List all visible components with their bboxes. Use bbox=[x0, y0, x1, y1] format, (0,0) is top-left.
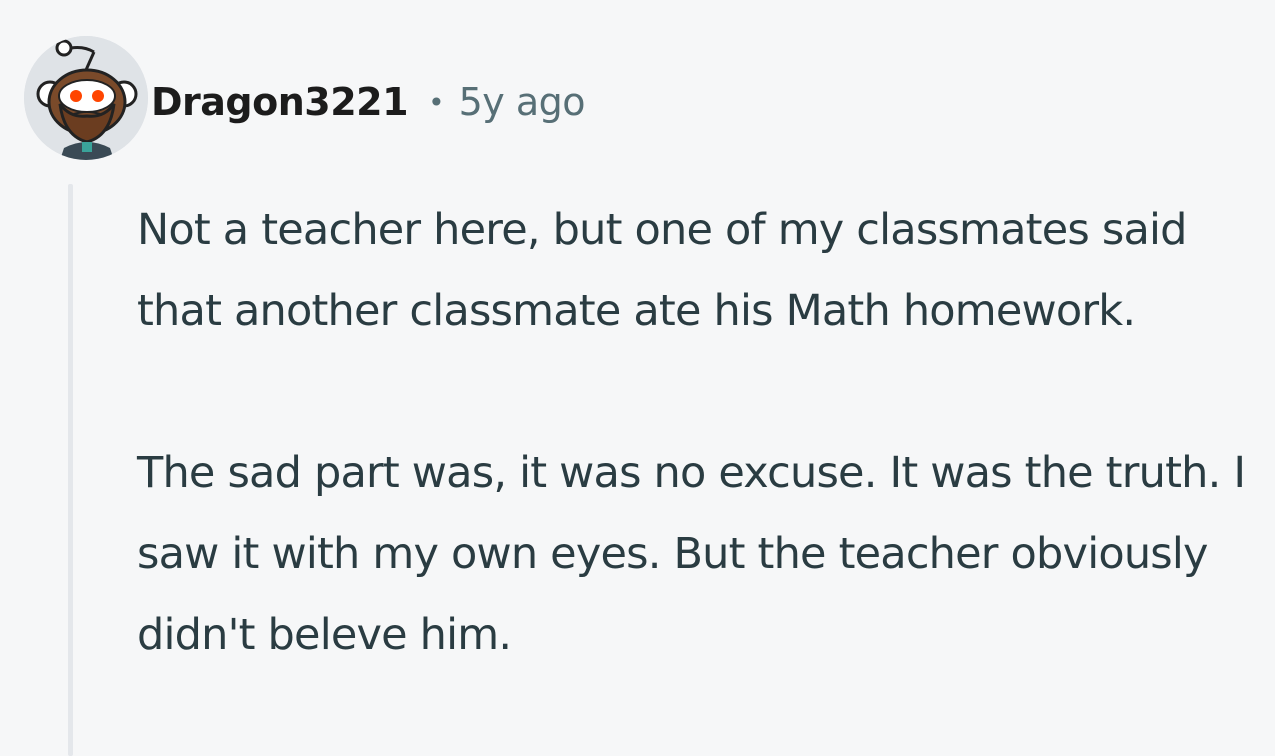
separator-dot: • bbox=[428, 85, 445, 119]
comment-header: Dragon3221 • 5y ago bbox=[151, 74, 585, 130]
username-link[interactable]: Dragon3221 bbox=[151, 80, 409, 124]
reddit-snoo-bearded-avatar-icon bbox=[24, 36, 148, 160]
comment-paragraph: The sad part was, it was no excuse. It w… bbox=[137, 448, 1246, 660]
comment-paragraph: Not a teacher here, but one of my classm… bbox=[137, 205, 1187, 336]
thread-line[interactable] bbox=[68, 184, 73, 756]
comment: Dragon3221 • 5y ago Not a teacher here, … bbox=[0, 0, 1275, 756]
avatar[interactable] bbox=[24, 36, 148, 160]
comment-body: Not a teacher here, but one of my classm… bbox=[137, 190, 1262, 676]
timestamp[interactable]: 5y ago bbox=[459, 80, 586, 124]
